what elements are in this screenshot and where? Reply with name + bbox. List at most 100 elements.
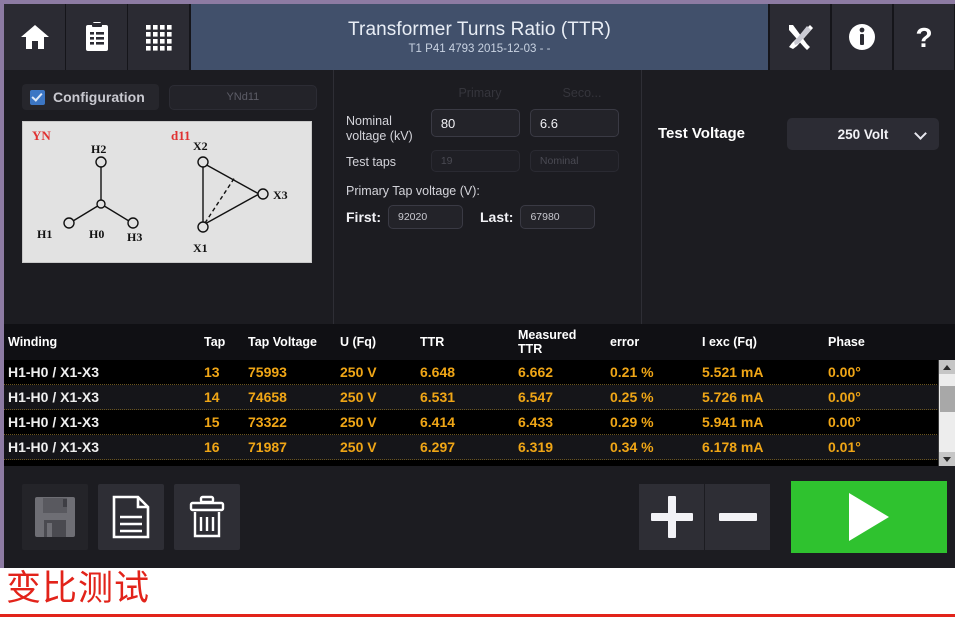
- minus-icon: [717, 496, 759, 538]
- help-icon: ?: [910, 22, 938, 52]
- cell-error: 0.21 %: [606, 364, 698, 380]
- start-test-button[interactable]: [791, 481, 947, 553]
- svg-text:H3: H3: [127, 230, 142, 244]
- cell-tap-voltage: 75993: [244, 364, 336, 380]
- test-voltage-select[interactable]: 250 Volt: [787, 118, 939, 150]
- last-label: Last:: [480, 209, 513, 225]
- cell-ttr: 6.297: [416, 439, 514, 455]
- nominal-voltage-row: Nominal voltage (kV) 80 6.6: [346, 109, 629, 144]
- chevron-down-icon: [914, 127, 927, 140]
- table-row[interactable]: H1-H0 / X1-X3 13 75993 250 V 6.648 6.662…: [4, 360, 955, 385]
- nominal-voltage-primary-input[interactable]: 80: [431, 109, 520, 137]
- tab-secondary[interactable]: Seco...: [536, 82, 628, 103]
- cell-measured-ttr: 6.319: [514, 439, 606, 455]
- table-body: H1-H0 / X1-X3 13 75993 250 V 6.648 6.662…: [4, 360, 955, 460]
- cell-measured-ttr: 6.433: [514, 414, 606, 430]
- test-voltage-panel: Test Voltage 250 Volt: [642, 70, 955, 324]
- test-taps-row: Test taps 19 Nominal: [346, 150, 629, 172]
- col-error: error: [606, 335, 698, 349]
- caret-up-icon: [943, 365, 951, 370]
- home-button[interactable]: [4, 4, 66, 70]
- parameters-panel: Primary Seco... Nominal voltage (kV) 80 …: [334, 70, 642, 324]
- scrollbar-thumb[interactable]: [940, 386, 955, 412]
- cell-phase: 0.00°: [824, 389, 914, 405]
- app-header: Transformer Turns Ratio (TTR) T1 P41 479…: [4, 4, 955, 70]
- col-measured-ttr: Measured TTR: [514, 328, 606, 356]
- table-row[interactable]: H1-H0 / X1-X3 15 73322 250 V 6.414 6.433…: [4, 410, 955, 435]
- col-measured-ttr-line1: Measured: [518, 328, 602, 342]
- col-phase: Phase: [824, 335, 914, 349]
- cell-error: 0.25 %: [606, 389, 698, 405]
- nominal-voltage-secondary-input[interactable]: 6.6: [530, 109, 619, 137]
- cell-phase: 0.01°: [824, 439, 914, 455]
- grid-icon: [145, 23, 173, 51]
- vector-group-field[interactable]: YNd11: [169, 85, 317, 110]
- page-title-text: Transformer Turns Ratio (TTR): [348, 19, 611, 41]
- screenshot-root: Transformer Turns Ratio (TTR) T1 P41 479…: [0, 0, 955, 620]
- report-button[interactable]: [98, 484, 164, 550]
- plus-icon: [651, 496, 693, 538]
- results-table: Winding Tap Tap Voltage U (Fq) TTR Measu…: [4, 324, 955, 466]
- tab-primary[interactable]: Primary: [434, 82, 526, 103]
- apps-button[interactable]: [128, 4, 190, 70]
- bottom-toolbar: [4, 466, 955, 568]
- scroll-up-button[interactable]: [939, 360, 955, 374]
- svg-text:X1: X1: [193, 241, 208, 255]
- cell-winding: H1-H0 / X1-X3: [4, 414, 200, 430]
- primary-tap-voltage-label: Primary Tap voltage (V):: [346, 184, 629, 198]
- remove-row-button[interactable]: [705, 484, 771, 550]
- tools-button[interactable]: [769, 4, 831, 70]
- winding-side-tabs: Primary Seco...: [346, 82, 629, 103]
- save-button[interactable]: [22, 484, 88, 550]
- first-tap-voltage-input[interactable]: 92020: [388, 205, 463, 229]
- first-label: First:: [346, 209, 381, 225]
- info-icon: [848, 23, 876, 51]
- cell-winding: H1-H0 / X1-X3: [4, 364, 200, 380]
- table-row[interactable]: H1-H0 / X1-X3 14 74658 250 V 6.531 6.547…: [4, 385, 955, 410]
- cell-u-fq: 250 V: [336, 414, 416, 430]
- cell-phase: 0.00°: [824, 414, 914, 430]
- cell-measured-ttr: 6.662: [514, 364, 606, 380]
- cell-tap-voltage: 71987: [244, 439, 336, 455]
- help-button[interactable]: ?: [893, 4, 955, 70]
- test-taps-secondary-input[interactable]: Nominal: [530, 150, 619, 172]
- cell-phase: 0.00°: [824, 364, 914, 380]
- add-remove-group: [639, 484, 771, 550]
- setup-area: Configuration YNd11 YN d11: [4, 70, 955, 324]
- svg-text:H2: H2: [91, 142, 106, 156]
- winding-diagram-svg: YN d11: [23, 122, 311, 262]
- svg-text:X2: X2: [193, 139, 208, 153]
- home-icon: [20, 23, 50, 51]
- table-scrollbar[interactable]: [938, 360, 955, 466]
- cell-i-exc: 5.941 mA: [698, 414, 824, 430]
- play-icon: [849, 493, 889, 541]
- add-row-button[interactable]: [639, 484, 705, 550]
- col-measured-ttr-line2: TTR: [518, 342, 602, 356]
- table-row[interactable]: H1-H0 / X1-X3 16 71987 250 V 6.297 6.319…: [4, 435, 955, 460]
- cell-tap: 16: [200, 439, 244, 455]
- cell-u-fq: 250 V: [336, 439, 416, 455]
- svg-text:H0: H0: [89, 227, 104, 241]
- testplan-button[interactable]: [66, 4, 128, 70]
- scrollbar-track[interactable]: [939, 374, 955, 452]
- document-icon: [110, 495, 152, 539]
- configuration-toggle[interactable]: Configuration: [22, 84, 159, 110]
- svg-text:H1: H1: [37, 227, 52, 241]
- col-i-exc: I exc (Fq): [698, 335, 824, 349]
- cell-i-exc: 5.726 mA: [698, 389, 824, 405]
- cell-error: 0.29 %: [606, 414, 698, 430]
- test-voltage-label: Test Voltage: [658, 118, 745, 142]
- cell-tap-voltage: 74658: [244, 389, 336, 405]
- caption-underline: [0, 614, 955, 617]
- scroll-down-button[interactable]: [939, 452, 955, 466]
- info-button[interactable]: [831, 4, 893, 70]
- test-taps-label: Test taps: [346, 150, 431, 170]
- cell-measured-ttr: 6.547: [514, 389, 606, 405]
- cell-u-fq: 250 V: [336, 389, 416, 405]
- delete-button[interactable]: [174, 484, 240, 550]
- table-header-row: Winding Tap Tap Voltage U (Fq) TTR Measu…: [4, 324, 955, 360]
- last-tap-voltage-input[interactable]: 67980: [520, 205, 595, 229]
- configuration-checkbox-icon[interactable]: [30, 90, 45, 105]
- nominal-voltage-label-line2: voltage (kV): [346, 129, 431, 144]
- test-taps-primary-input[interactable]: 19: [431, 150, 520, 172]
